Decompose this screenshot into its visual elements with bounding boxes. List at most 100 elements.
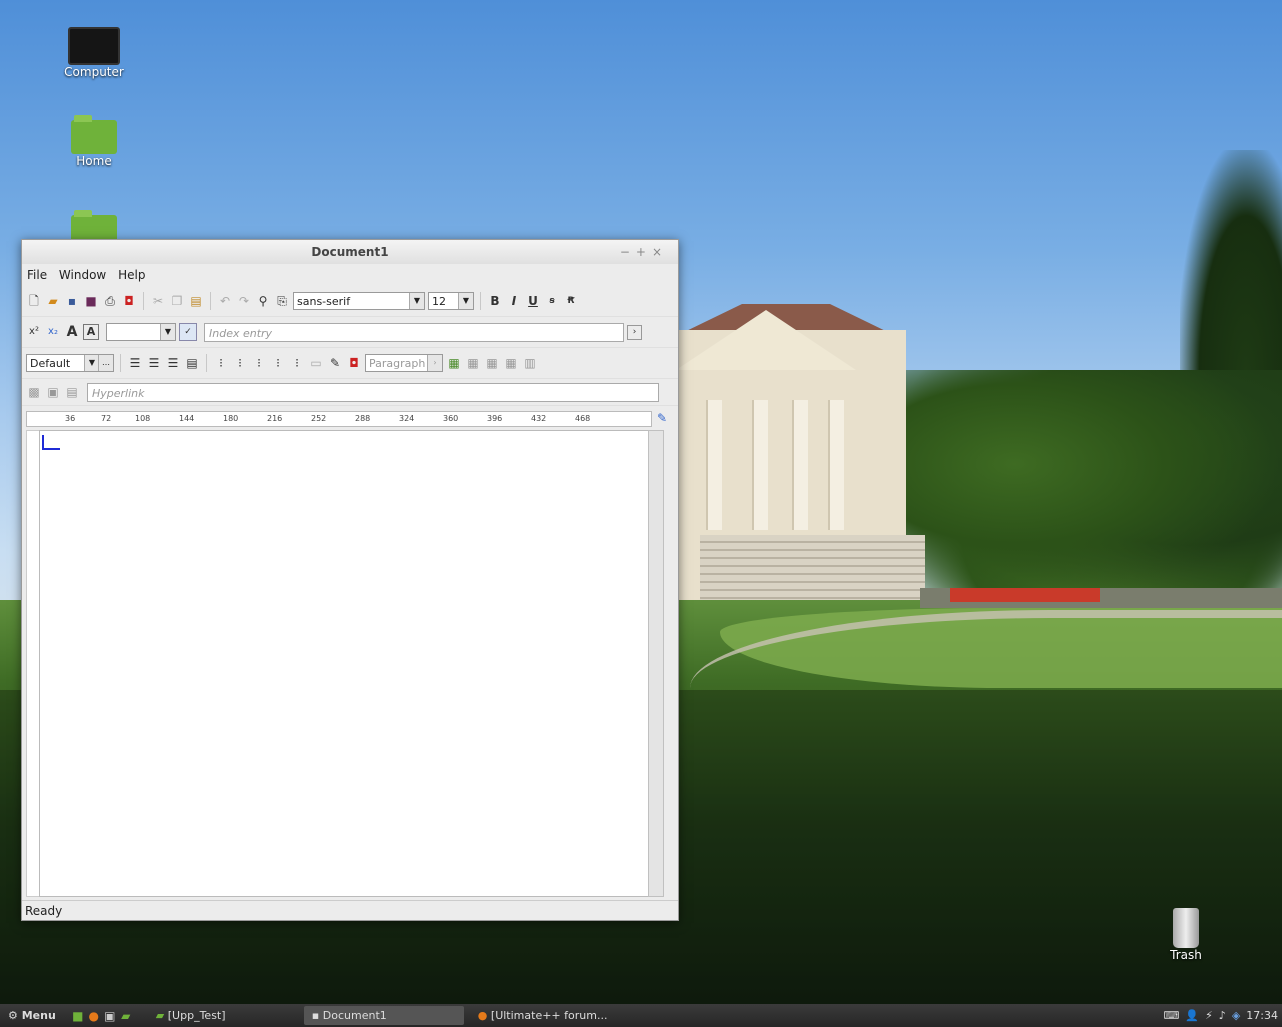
toolbar-format: x² x₂ A A ▼ ✓ Index entry › bbox=[22, 317, 678, 348]
keyboard-icon[interactable]: ⌨ bbox=[1163, 1004, 1179, 1027]
outline-list-icon[interactable]: ⁝ bbox=[251, 355, 267, 371]
spellcheck-icon[interactable]: ✓ bbox=[179, 323, 197, 341]
font-size-select[interactable]: 12 ▼ bbox=[428, 292, 474, 310]
computer-icon bbox=[68, 27, 120, 65]
volume-icon[interactable]: ♪ bbox=[1219, 1004, 1226, 1027]
toolbar-separator bbox=[143, 292, 144, 310]
copy-icon[interactable]: ❐ bbox=[169, 293, 185, 309]
new-document-icon[interactable]: 🗋 bbox=[26, 293, 42, 309]
redo-icon[interactable]: ↷ bbox=[236, 293, 252, 309]
save-icon[interactable]: ▪ bbox=[64, 293, 80, 309]
numbered-list-icon[interactable]: ⁝ bbox=[232, 355, 248, 371]
index-entry-input[interactable]: Index entry bbox=[204, 322, 624, 342]
replace-icon[interactable]: ⎘ bbox=[274, 293, 290, 309]
align-left-icon[interactable]: ☰ bbox=[127, 355, 143, 371]
outdent-icon[interactable]: ⁝ bbox=[289, 355, 305, 371]
subscript-icon[interactable]: x₂ bbox=[45, 324, 61, 340]
scenery-flowers bbox=[950, 588, 1100, 602]
maximize-button[interactable]: + bbox=[636, 245, 652, 259]
chevron-down-icon: ▼ bbox=[160, 324, 175, 340]
bullet-list-icon[interactable]: ⁝ bbox=[213, 355, 229, 371]
menu-window[interactable]: Window bbox=[59, 268, 106, 282]
network-icon[interactable]: ⚡ bbox=[1205, 1004, 1213, 1027]
desktop-icon-home[interactable]: Home bbox=[54, 115, 134, 168]
ruler-mark: 36 bbox=[65, 414, 76, 423]
task-document1[interactable]: ▪ Document1 bbox=[303, 1006, 464, 1025]
toolbar-paragraph: Default ▼ … ☰ ☰ ☰ ▤ ⁝ ⁝ ⁝ ⁝ ⁝ ▭ ✎ ◘ Para… bbox=[22, 348, 678, 379]
window-titlebar[interactable]: Document1 −+× bbox=[22, 240, 678, 264]
capitals-icon[interactable]: Ꞧ bbox=[563, 293, 579, 309]
align-right-icon[interactable]: ☰ bbox=[165, 355, 181, 371]
format-painter-icon[interactable]: ✎ bbox=[327, 355, 343, 371]
insert-image-icon[interactable]: ▣ bbox=[45, 384, 61, 400]
font-family-value: sans-serif bbox=[297, 295, 351, 308]
table-properties-icon[interactable]: ▦ bbox=[465, 355, 481, 371]
clock[interactable]: 17:34 bbox=[1246, 1004, 1278, 1027]
save-as-icon[interactable]: ■ bbox=[83, 293, 99, 309]
text-color-icon[interactable]: A bbox=[64, 324, 80, 340]
bold-icon[interactable]: B bbox=[487, 293, 503, 309]
desktop-icon-computer[interactable]: Computer bbox=[54, 27, 134, 79]
files-launcher-icon[interactable]: ▰ bbox=[118, 1008, 134, 1024]
task-label: [Ultimate++ forum... bbox=[490, 1009, 608, 1022]
indent-icon[interactable]: ⁝ bbox=[270, 355, 286, 371]
ruler-mark: 288 bbox=[355, 414, 371, 423]
system-tray: ⌨ 👤 ⚡ ♪ ◈ 17:34 bbox=[1163, 1004, 1278, 1027]
split-cell-icon[interactable]: ▥ bbox=[522, 355, 538, 371]
font-family-select[interactable]: sans-serif ▼ bbox=[293, 292, 425, 310]
insert-field-icon[interactable]: ▤ bbox=[64, 384, 80, 400]
task-upp-test[interactable]: ▰ [Upp_Test] bbox=[148, 1006, 298, 1025]
align-center-icon[interactable]: ☰ bbox=[146, 355, 162, 371]
terminal-launcher-icon[interactable]: ▣ bbox=[102, 1008, 118, 1024]
strikeout-icon[interactable]: ꞩ bbox=[544, 293, 560, 309]
highlight-color-icon[interactable]: A bbox=[83, 324, 99, 340]
status-text: Ready bbox=[25, 904, 63, 918]
insert-object-icon[interactable]: ▩ bbox=[26, 384, 42, 400]
hyperlink-input[interactable]: Hyperlink bbox=[87, 382, 659, 402]
firefox-launcher-icon[interactable]: ● bbox=[86, 1008, 102, 1024]
superscript-icon[interactable]: x² bbox=[26, 324, 42, 340]
paragraph-select[interactable]: Paragraph › bbox=[365, 354, 443, 372]
toolbar-objects: ▩ ▣ ▤ Hyperlink bbox=[22, 379, 678, 406]
paste-icon[interactable]: ▤ bbox=[188, 293, 204, 309]
document-window: Document1 −+× File Window Help 🗋 ▰ ▪ ■ ⎙… bbox=[21, 239, 679, 921]
scenery-column bbox=[792, 400, 808, 530]
ruler[interactable]: 36 72 108 144 180 216 252 288 324 360 39… bbox=[26, 411, 652, 427]
menu-help[interactable]: Help bbox=[118, 268, 145, 282]
italic-icon[interactable]: I bbox=[506, 293, 522, 309]
user-icon[interactable]: 👤 bbox=[1185, 1004, 1199, 1027]
toolbar-separator bbox=[206, 354, 207, 372]
insert-row-icon[interactable]: ▦ bbox=[484, 355, 500, 371]
browser-icon: ● bbox=[477, 1009, 488, 1022]
pdf-export-icon[interactable]: ◘ bbox=[121, 293, 137, 309]
desktop-icon-trash[interactable]: Trash bbox=[1146, 908, 1226, 962]
show-desktop-icon[interactable]: ■ bbox=[70, 1008, 86, 1024]
chevron-right-icon: › bbox=[427, 355, 442, 371]
close-button[interactable]: × bbox=[652, 245, 668, 259]
language-select[interactable]: ▼ bbox=[106, 323, 176, 341]
cut-icon[interactable]: ✂ bbox=[150, 293, 166, 309]
start-menu-button[interactable]: ⚙ Menu bbox=[0, 1006, 64, 1025]
task-forum-browser[interactable]: ● [Ultimate++ forum... bbox=[470, 1006, 630, 1025]
ruler-settings-icon[interactable]: ✎ bbox=[654, 410, 670, 426]
page-break-icon[interactable]: ▭ bbox=[308, 355, 324, 371]
open-folder-icon[interactable]: ▰ bbox=[45, 293, 61, 309]
menu-file[interactable]: File bbox=[27, 268, 47, 282]
paragraph-color-icon[interactable]: ◘ bbox=[346, 355, 362, 371]
hyperlink-placeholder: Hyperlink bbox=[92, 386, 145, 400]
insert-column-icon[interactable]: ▦ bbox=[503, 355, 519, 371]
document-editor[interactable] bbox=[39, 430, 649, 897]
paragraph-label: Paragraph bbox=[369, 357, 426, 370]
style-value: Default bbox=[30, 357, 71, 370]
find-icon[interactable]: ⚲ bbox=[255, 293, 271, 309]
update-shield-icon[interactable]: ◈ bbox=[1232, 1004, 1240, 1027]
align-justify-icon[interactable]: ▤ bbox=[184, 355, 200, 371]
minimize-button[interactable]: − bbox=[620, 245, 636, 259]
print-icon[interactable]: ⎙ bbox=[102, 293, 118, 309]
index-entry-go-icon[interactable]: › bbox=[627, 324, 642, 340]
vertical-scrollbar[interactable] bbox=[648, 430, 664, 897]
style-select[interactable]: Default ▼ … bbox=[26, 354, 114, 372]
undo-icon[interactable]: ↶ bbox=[217, 293, 233, 309]
insert-table-icon[interactable]: ▦ bbox=[446, 355, 462, 371]
underline-icon[interactable]: U bbox=[525, 293, 541, 309]
